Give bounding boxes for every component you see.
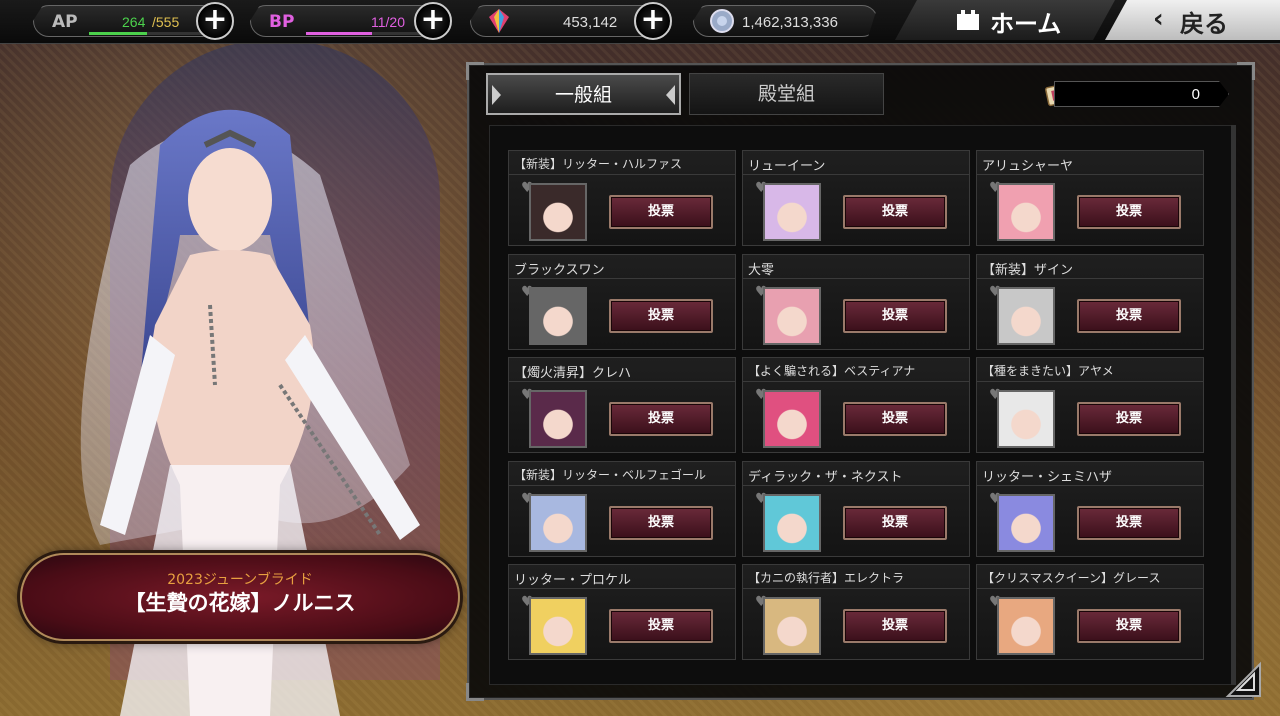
- ticket-count: 0: [1191, 86, 1200, 103]
- character-card: 【新装】ザイン ♥ 投票: [976, 253, 1204, 350]
- character-card: 【よく騙される】ベスティアナ ♥ 投票: [742, 357, 970, 453]
- character-card-title: リューイーン: [743, 151, 969, 175]
- character-portrait: [763, 390, 821, 448]
- ap-bar-fill: [89, 32, 147, 35]
- character-portrait: [529, 183, 587, 241]
- character-portrait: [997, 286, 1055, 345]
- vote-button[interactable]: 投票: [843, 195, 947, 229]
- character-portrait: [997, 597, 1055, 655]
- vote-panel: 一般組 殿堂組 0 【新装】リッター・ハルファス ♥ 投票 リューイーン ♥ 投票 アリュシ…: [466, 62, 1255, 701]
- vote-button[interactable]: 投票: [1077, 298, 1181, 333]
- tab-hall-of-fame[interactable]: 殿堂組: [689, 73, 884, 115]
- character-nameplate: 2023ジューンブライド 【生贄の花嫁】ノルニス: [20, 553, 460, 641]
- gem-add-button[interactable]: +: [634, 2, 672, 40]
- back-button[interactable]: ‹ 戻る: [1105, 0, 1280, 40]
- character-card: リッター・シェミハザ ♥ 投票: [976, 460, 1204, 557]
- bp-bar-fill: [306, 32, 372, 35]
- character-card-title: 【カニの執行者】エレクトラ: [743, 565, 969, 589]
- character-portrait: [763, 493, 821, 552]
- character-portrait: [997, 183, 1055, 241]
- character-card-title: 【よく騙される】ベスティアナ: [743, 358, 969, 382]
- vote-button[interactable]: 投票: [609, 505, 713, 540]
- bp-counter: BP 11/20: [250, 5, 435, 37]
- character-card-title: 大零: [743, 255, 969, 279]
- coin-icon: [710, 9, 734, 33]
- bp-add-button[interactable]: +: [414, 2, 452, 40]
- character-card-title: 【新装】リッター・ベルフェゴール: [509, 462, 735, 486]
- back-label: 戻る: [1180, 10, 1228, 38]
- chevron-left-icon: ‹: [1153, 4, 1164, 34]
- coin-value: 1,462,313,336: [742, 14, 838, 31]
- rainbow-crystal-icon: [489, 9, 509, 33]
- character-card-title: 【新装】ザイン: [977, 255, 1203, 279]
- character-card-title: 【クリスマスクイーン】グレース: [977, 565, 1203, 589]
- vote-button[interactable]: 投票: [609, 195, 713, 229]
- character-card: リッター・プロケル ♥ 投票: [508, 564, 736, 660]
- vote-button[interactable]: 投票: [609, 609, 713, 643]
- vote-button[interactable]: 投票: [843, 298, 947, 333]
- panel-corner: [466, 683, 484, 701]
- tab-general[interactable]: 一般組: [486, 73, 681, 115]
- ap-current: 264: [122, 14, 146, 30]
- character-card-title: リッター・プロケル: [509, 565, 735, 589]
- bp-label: BP: [269, 12, 295, 32]
- ap-counter: AP 264 /555: [33, 5, 218, 37]
- character-card: 【クリスマスクイーン】グレース ♥ 投票: [976, 564, 1204, 660]
- bp-value: 11/20: [371, 14, 405, 30]
- ticket-count-box: 0: [1054, 81, 1229, 107]
- character-card: 【燭火清昇】クレハ ♥ 投票: [508, 357, 736, 453]
- character-card: 【カニの執行者】エレクトラ ♥ 投票: [742, 564, 970, 660]
- character-name: 【生贄の花嫁】ノルニス: [124, 591, 356, 615]
- character-card: 【種をまきたい】アヤメ ♥ 投票: [976, 357, 1204, 453]
- ap-add-button[interactable]: +: [196, 2, 234, 40]
- character-card-title: 【燭火清昇】クレハ: [509, 358, 735, 382]
- panel-corner: [466, 62, 484, 80]
- character-portrait: [529, 597, 587, 655]
- character-card-title: ブラックスワン: [509, 255, 735, 279]
- character-card: 大零 ♥ 投票: [742, 253, 970, 350]
- grid-scrollbar[interactable]: [1231, 125, 1236, 685]
- character-portrait: [763, 597, 821, 655]
- character-grid: 【新装】リッター・ハルファス ♥ 投票 リューイーン ♥ 投票 アリュシャーヤ ♥ 投票ブラック…: [489, 125, 1234, 685]
- vote-button[interactable]: 投票: [609, 402, 713, 436]
- scroll-down-arrow-icon[interactable]: [1224, 660, 1264, 700]
- vote-button[interactable]: 投票: [1077, 402, 1181, 436]
- character-card-title: ディラック・ザ・ネクスト: [743, 462, 969, 486]
- character-card: 【新装】リッター・ハルファス ♥ 投票: [508, 150, 736, 246]
- character-portrait: [997, 493, 1055, 552]
- vote-button[interactable]: 投票: [1077, 195, 1181, 229]
- character-card: アリュシャーヤ ♥ 投票: [976, 150, 1204, 246]
- home-label: ホーム: [990, 10, 1062, 38]
- character-card: ブラックスワン ♥ 投票: [508, 253, 736, 350]
- character-portrait: [529, 286, 587, 345]
- character-card: 【新装】リッター・ベルフェゴール ♥ 投票: [508, 460, 736, 557]
- top-bar: AP 264 /555 + BP 11/20 + 453,142 + 1,462…: [0, 0, 1280, 44]
- character-card: ディラック・ザ・ネクスト ♥ 投票: [742, 460, 970, 557]
- vote-button[interactable]: 投票: [843, 505, 947, 540]
- character-card-title: アリュシャーヤ: [977, 151, 1203, 175]
- character-card-title: 【新装】リッター・ハルファス: [509, 151, 735, 175]
- character-portrait: [763, 286, 821, 345]
- character-card-title: 【種をまきたい】アヤメ: [977, 358, 1203, 382]
- vote-button[interactable]: 投票: [1077, 505, 1181, 540]
- character-portrait: [529, 390, 587, 448]
- ap-max: /555: [152, 14, 180, 30]
- castle-icon: [955, 8, 981, 32]
- vote-button[interactable]: 投票: [609, 298, 713, 333]
- vote-button[interactable]: 投票: [1077, 609, 1181, 643]
- vote-button[interactable]: 投票: [843, 609, 947, 643]
- character-card: リューイーン ♥ 投票: [742, 150, 970, 246]
- character-portrait: [529, 493, 587, 552]
- character-portrait: [997, 390, 1055, 448]
- ap-label: AP: [52, 12, 78, 32]
- character-portrait: [763, 183, 821, 241]
- vote-button[interactable]: 投票: [843, 402, 947, 436]
- home-tab[interactable]: ホーム: [895, 0, 1115, 40]
- panel-corner: [1237, 62, 1255, 80]
- character-card-title: リッター・シェミハザ: [977, 462, 1203, 486]
- event-name: 2023ジューンブライド: [167, 572, 313, 588]
- gem-value: 453,142: [563, 14, 618, 31]
